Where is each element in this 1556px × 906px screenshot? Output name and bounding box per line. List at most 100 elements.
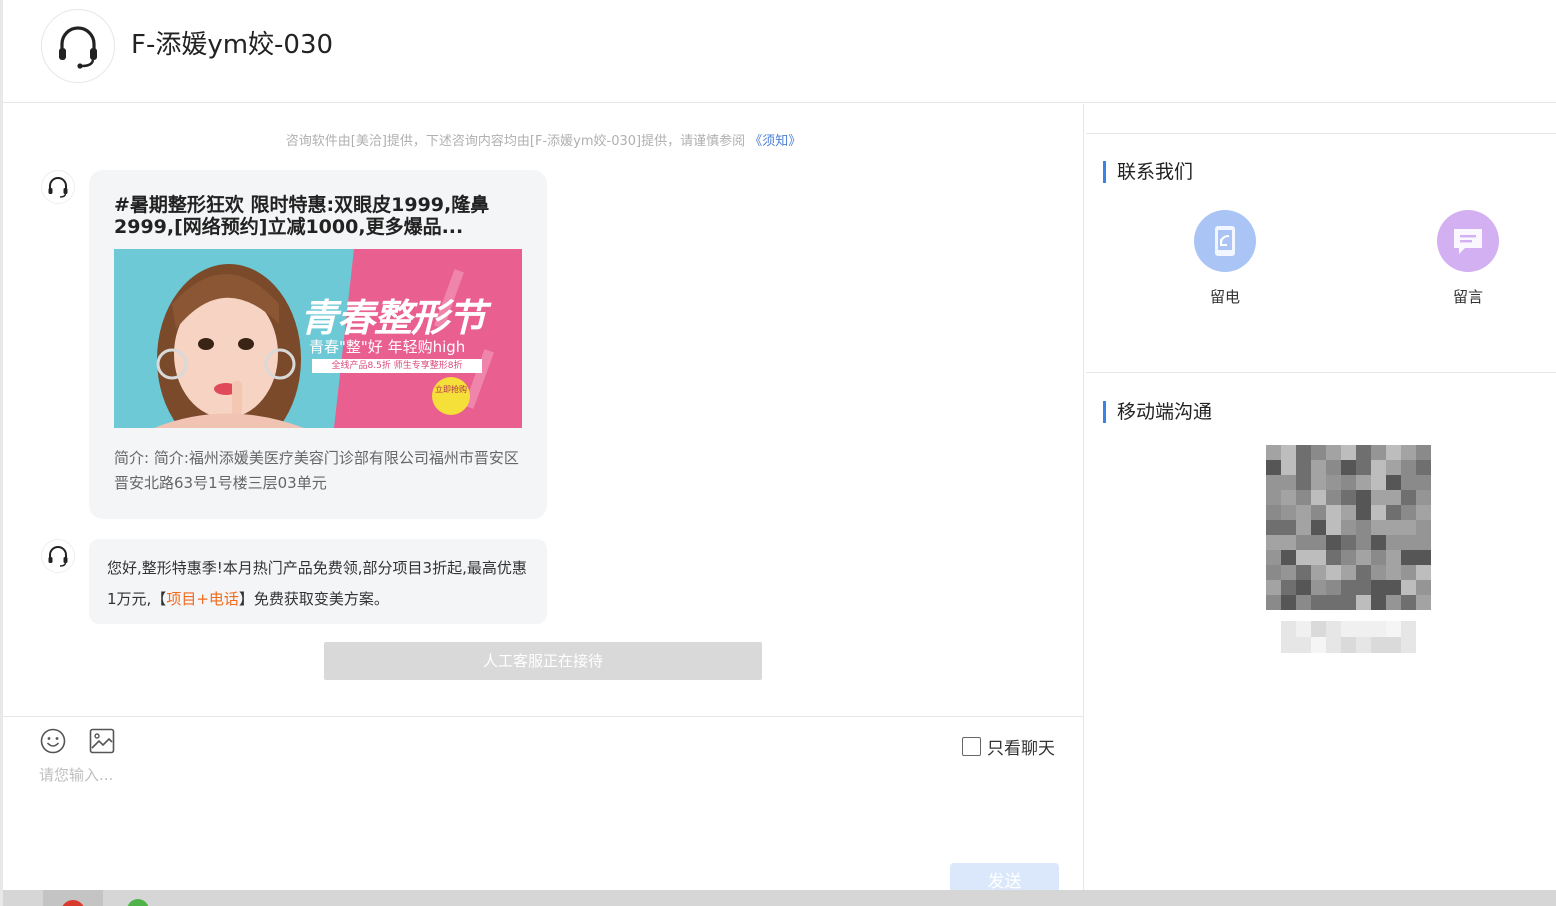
qr-cell (1296, 490, 1311, 505)
qr-cell (1326, 550, 1341, 565)
qr-cell (1401, 445, 1416, 460)
contact-message[interactable]: 留言 (1428, 210, 1508, 307)
qr-cell (1326, 460, 1341, 475)
qr-cell (1371, 460, 1386, 475)
chat-area[interactable]: 咨询软件由[美洽]提供，下述咨询内容均由[F-添媛ym姣-030]提供，请谨慎参… (3, 104, 1084, 716)
qr-cell (1356, 445, 1371, 460)
banner-subline: 青春"整"好 年轻购high (309, 338, 466, 356)
qr-cell (1416, 535, 1431, 550)
qr-caption-cell (1326, 621, 1341, 637)
qr-cell (1296, 445, 1311, 460)
taskbar (3, 890, 1556, 906)
qr-cell (1326, 595, 1341, 610)
qr-cell (1311, 490, 1326, 505)
qr-cell (1266, 550, 1281, 565)
qr-cell (1401, 475, 1416, 490)
qr-cell (1371, 550, 1386, 565)
promo-title[interactable]: #暑期整形狂欢 限时特惠:双眼皮1999,隆鼻2999,[网络预约]立减1000… (114, 194, 524, 238)
qr-cell (1356, 550, 1371, 565)
qr-cell (1341, 580, 1356, 595)
service-status-button[interactable]: 人工客服正在接待 (324, 642, 762, 680)
only-chat-checkbox[interactable] (962, 737, 981, 756)
qr-cell (1401, 490, 1416, 505)
qr-cell (1281, 580, 1296, 595)
qr-cell (1401, 595, 1416, 610)
notice-link[interactable]: 《须知》 (749, 134, 801, 149)
qr-cell (1311, 460, 1326, 475)
qr-cell (1371, 445, 1386, 460)
qr-caption-cell (1386, 637, 1401, 653)
qr-code (1266, 445, 1431, 610)
message-button[interactable] (1437, 210, 1499, 272)
qr-cell (1371, 505, 1386, 520)
mobile-title: 移动端沟通 (1103, 401, 1212, 423)
page-title: F-添媛ym姣-030 (131, 30, 334, 60)
qr-cell (1386, 505, 1401, 520)
qr-caption-cell (1281, 637, 1296, 653)
banner-strip: 全线产品8.5折 师生专享整形8折 (312, 359, 482, 373)
qr-cell (1281, 475, 1296, 490)
promo-card[interactable]: #暑期整形狂欢 限时特惠:双眼皮1999,隆鼻2999,[网络预约]立减1000… (89, 170, 547, 519)
qr-cell (1326, 505, 1341, 520)
image-upload-button[interactable] (88, 727, 116, 755)
qr-caption-cell (1356, 637, 1371, 653)
headset-icon (59, 26, 97, 69)
qr-cell (1326, 520, 1341, 535)
qr-cell (1281, 565, 1296, 580)
promo-banner[interactable]: 青春整形节 青春"整"好 年轻购high 全线产品8.5折 师生专享整形8折 立… (114, 249, 522, 428)
qr-cell (1401, 580, 1416, 595)
qr-cell (1326, 445, 1341, 460)
phone-button[interactable] (1194, 210, 1256, 272)
qr-caption-blurred (1281, 621, 1416, 653)
qr-caption-cell (1401, 621, 1416, 637)
qr-cell (1416, 520, 1431, 535)
image-icon (89, 728, 115, 754)
qr-cell (1356, 490, 1371, 505)
only-chat-toggle[interactable]: 只看聊天 (962, 734, 1055, 759)
qr-cell (1311, 580, 1326, 595)
taskbar-app-icon[interactable] (127, 899, 149, 906)
qr-cell (1371, 490, 1386, 505)
right-panel: 联系我们 留电 留言 移动端沟通 (1086, 104, 1556, 890)
qr-cell (1266, 475, 1281, 490)
headset-icon (48, 177, 68, 198)
qr-cell (1296, 550, 1311, 565)
qr-cell (1281, 595, 1296, 610)
qr-cell (1311, 565, 1326, 580)
agent-avatar (41, 9, 115, 83)
qr-cell (1401, 565, 1416, 580)
qr-cell (1341, 565, 1356, 580)
qr-cell (1386, 580, 1401, 595)
qr-cell (1311, 445, 1326, 460)
input-area: 请您输入... 只看聊天 发送 (3, 716, 1084, 897)
qr-cell (1266, 595, 1281, 610)
qr-cell (1341, 460, 1356, 475)
qr-cell (1266, 505, 1281, 520)
qr-cell (1341, 505, 1356, 520)
qr-cell (1386, 460, 1401, 475)
qr-cell (1416, 550, 1431, 565)
qr-cell (1296, 475, 1311, 490)
qr-cell (1311, 505, 1326, 520)
qr-cell (1416, 445, 1431, 460)
qr-cell (1281, 460, 1296, 475)
qr-cell (1371, 535, 1386, 550)
qr-cell (1416, 595, 1431, 610)
divider (1086, 372, 1556, 373)
message-icon (1454, 229, 1482, 254)
emoji-button[interactable] (39, 727, 67, 755)
qr-cell (1371, 520, 1386, 535)
qr-cell (1356, 505, 1371, 520)
qr-caption-cell (1386, 621, 1401, 637)
qr-cell (1281, 490, 1296, 505)
qr-caption-cell (1341, 637, 1356, 653)
qr-cell (1356, 475, 1371, 490)
contact-phone[interactable]: 留电 (1185, 210, 1265, 307)
qr-cell (1341, 595, 1356, 610)
qr-caption-cell (1281, 621, 1296, 637)
header: F-添媛ym姣-030 (3, 0, 1556, 103)
message-input[interactable]: 请您输入... (39, 764, 113, 785)
qr-cell (1296, 595, 1311, 610)
qr-cell (1311, 550, 1326, 565)
qr-cell (1341, 550, 1356, 565)
